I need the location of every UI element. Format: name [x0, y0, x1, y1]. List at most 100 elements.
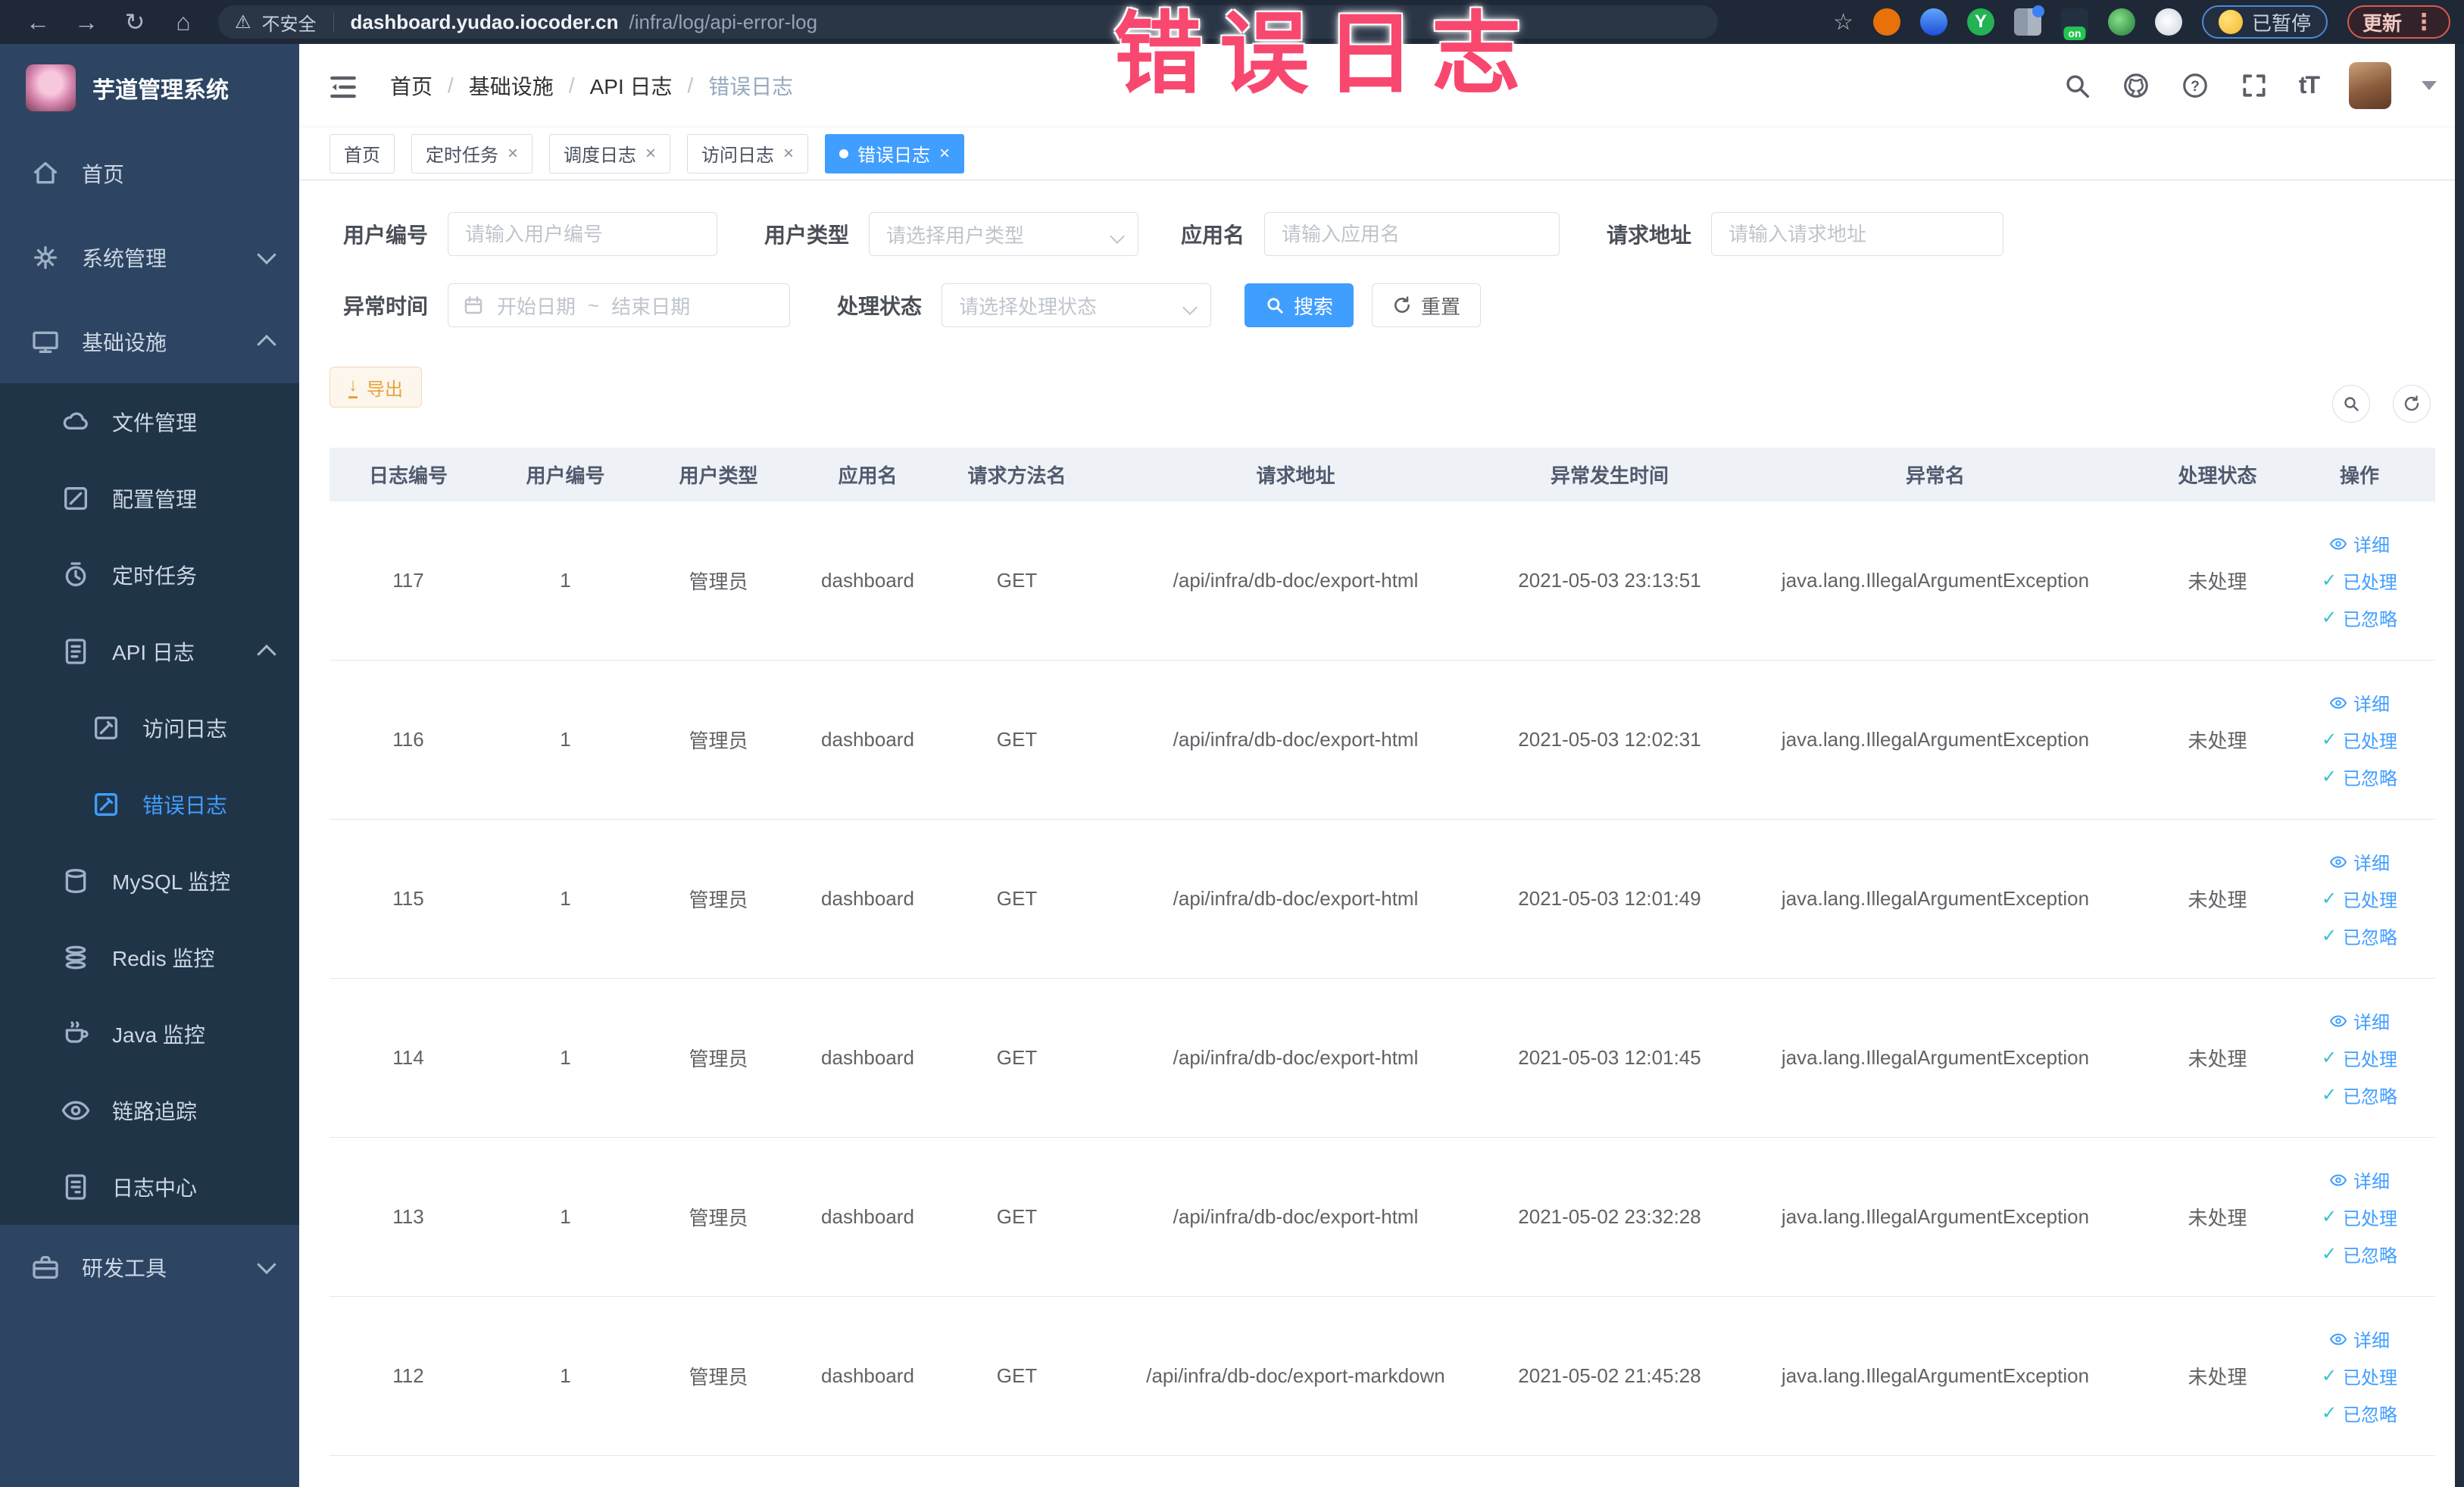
action-processed[interactable]: ✓ 已处理: [2322, 1045, 2397, 1071]
extension-icon-leaf[interactable]: [2107, 8, 2135, 36]
cell-log-id: 117: [392, 569, 424, 592]
sidebar-item-log-center[interactable]: 日志中心: [0, 1148, 299, 1225]
breadcrumb-home[interactable]: 首页: [390, 70, 433, 101]
close-icon[interactable]: ×: [939, 143, 950, 164]
page-scrollbar[interactable]: [2455, 44, 2464, 1487]
sidebar-item-dev-tools[interactable]: 研发工具: [0, 1225, 299, 1309]
action-ignored[interactable]: ✓ 已忽略: [2322, 1082, 2397, 1108]
sidebar-item-config-manage[interactable]: 配置管理: [0, 460, 299, 536]
home-button[interactable]: ⌂: [159, 8, 208, 36]
eye-icon: [2330, 1333, 2347, 1345]
cell-app-name: dashboard: [821, 728, 914, 751]
close-icon[interactable]: ×: [783, 143, 794, 164]
update-button[interactable]: 更新 ⋮: [2347, 5, 2450, 39]
sidebar-item-java-monitor[interactable]: Java 监控: [0, 995, 299, 1072]
user-id-input[interactable]: [448, 212, 717, 256]
close-icon[interactable]: ×: [507, 143, 518, 164]
select-placeholder: 请选择处理状态: [959, 295, 1098, 318]
search-label: 搜索: [1294, 295, 1334, 318]
action-detail[interactable]: 详细: [2329, 689, 2390, 716]
request-url-input[interactable]: [1711, 212, 2003, 256]
sidebar-item-scheduled-jobs[interactable]: 定时任务: [0, 536, 299, 613]
sidebar-item-infrastructure[interactable]: 基础设施: [0, 299, 299, 383]
header-search-icon[interactable]: [2063, 71, 2091, 100]
extension-icon-dark[interactable]: on: [2060, 8, 2088, 40]
sidebar-item-error-log[interactable]: 错误日志: [0, 766, 299, 842]
exception-time-range-picker[interactable]: 开始日期 ~ 结束日期: [448, 283, 790, 327]
action-ignored[interactable]: ✓ 已忽略: [2322, 1400, 2397, 1426]
action-ignored[interactable]: ✓ 已忽略: [2322, 604, 2397, 631]
browser-menu-icon[interactable]: ⋮: [2412, 9, 2435, 36]
col-user-id: 用户编号: [526, 464, 605, 487]
close-icon[interactable]: ×: [645, 143, 656, 164]
sidebar-item-file-manage[interactable]: 文件管理: [0, 383, 299, 460]
sidebar-item-redis-monitor[interactable]: Redis 监控: [0, 919, 299, 995]
security-label[interactable]: 不安全: [262, 9, 317, 36]
font-size-icon[interactable]: tT: [2299, 71, 2320, 99]
sidebar-item-access-log[interactable]: 访问日志: [0, 689, 299, 766]
tab-error-log[interactable]: 错误日志 ×: [825, 133, 965, 173]
paused-pill[interactable]: 已暂停: [2201, 5, 2328, 39]
chevron-down-icon: [257, 1254, 276, 1274]
toggle-search-button[interactable]: [2332, 385, 2370, 423]
hamburger-icon[interactable]: [326, 70, 360, 101]
export-button[interactable]: ↓ 导出: [329, 367, 422, 408]
extension-icon-paw[interactable]: [2154, 8, 2182, 36]
bookmark-star-icon[interactable]: ☆: [1833, 9, 1853, 36]
action-processed[interactable]: ✓ 已处理: [2322, 1204, 2397, 1230]
sidebar-item-system[interactable]: 系统管理: [0, 215, 299, 299]
tab-access-log[interactable]: 访问日志 ×: [687, 133, 809, 173]
sidebar-item-trace[interactable]: 链路追踪: [0, 1072, 299, 1148]
user-type-select[interactable]: 请选择用户类型: [869, 212, 1138, 256]
action-ignored[interactable]: ✓ 已忽略: [2322, 764, 2397, 790]
cell-exception-time: 2021-05-03 12:02:31: [1518, 728, 1701, 751]
action-detail[interactable]: 详细: [2329, 848, 2390, 875]
range-separator: ~: [588, 293, 600, 317]
cell-status: 未处理: [2188, 1048, 2247, 1070]
help-icon[interactable]: ?: [2181, 71, 2209, 100]
back-button[interactable]: ←: [14, 8, 62, 36]
tab-home[interactable]: 首页: [329, 133, 395, 173]
extension-icon-grid[interactable]: [2013, 5, 2044, 36]
github-icon[interactable]: [2122, 71, 2150, 100]
chevron-up-icon: [257, 644, 276, 664]
fullscreen-icon[interactable]: [2240, 71, 2269, 100]
process-status-select[interactable]: 请选择处理状态: [942, 283, 1211, 327]
action-ignored[interactable]: ✓ 已忽略: [2322, 923, 2397, 949]
action-detail[interactable]: 详细: [2329, 1326, 2390, 1352]
extension-icon-green-y[interactable]: Y: [1966, 8, 1994, 36]
sidebar-item-home[interactable]: 首页: [0, 131, 299, 215]
api-log-icon: [61, 636, 91, 667]
extension-icon-shield[interactable]: [1919, 8, 1947, 36]
table-row: 115 1 管理员 dashboard GET /api/infra/db-do…: [329, 820, 2435, 979]
breadcrumb-infrastructure[interactable]: 基础设施: [469, 70, 554, 101]
action-processed[interactable]: ✓ 已处理: [2322, 726, 2397, 753]
action-detail[interactable]: 详细: [2329, 1007, 2390, 1034]
breadcrumb-api-log[interactable]: API 日志: [590, 70, 673, 101]
action-processed[interactable]: ✓ 已处理: [2322, 886, 2397, 912]
refresh-table-button[interactable]: [2393, 385, 2431, 423]
sidebar-item-label: 文件管理: [112, 411, 198, 435]
action-processed[interactable]: ✓ 已处理: [2322, 567, 2397, 594]
sidebar-item-api-log[interactable]: API 日志: [0, 613, 299, 689]
timer-icon: [61, 560, 91, 590]
avatar[interactable]: [2349, 61, 2391, 109]
tab-scheduled-jobs[interactable]: 定时任务 ×: [411, 133, 533, 173]
tab-dispatch-log[interactable]: 调度日志 ×: [549, 133, 671, 173]
filter-label-process-status: 处理状态: [836, 295, 922, 318]
reset-button[interactable]: 重置: [1372, 283, 1482, 327]
action-detail[interactable]: 详细: [2329, 1167, 2390, 1193]
action-detail[interactable]: 详细: [2329, 530, 2390, 557]
reload-button[interactable]: ↻: [111, 8, 159, 36]
tab-label: 定时任务: [426, 145, 498, 166]
cell-exception-name: java.lang.IllegalArgumentException: [1781, 1205, 2090, 1228]
action-ignored[interactable]: ✓ 已忽略: [2322, 1241, 2397, 1267]
cell-app-name: dashboard: [821, 887, 914, 910]
forward-button[interactable]: →: [62, 8, 111, 36]
caret-down-icon[interactable]: [2422, 80, 2437, 90]
sidebar-item-mysql-monitor[interactable]: MySQL 监控: [0, 842, 299, 919]
app-name-input[interactable]: [1264, 212, 1560, 256]
extension-icon-orange[interactable]: [1872, 8, 1900, 36]
search-button[interactable]: 搜索: [1244, 283, 1354, 327]
action-processed[interactable]: ✓ 已处理: [2322, 1363, 2397, 1389]
